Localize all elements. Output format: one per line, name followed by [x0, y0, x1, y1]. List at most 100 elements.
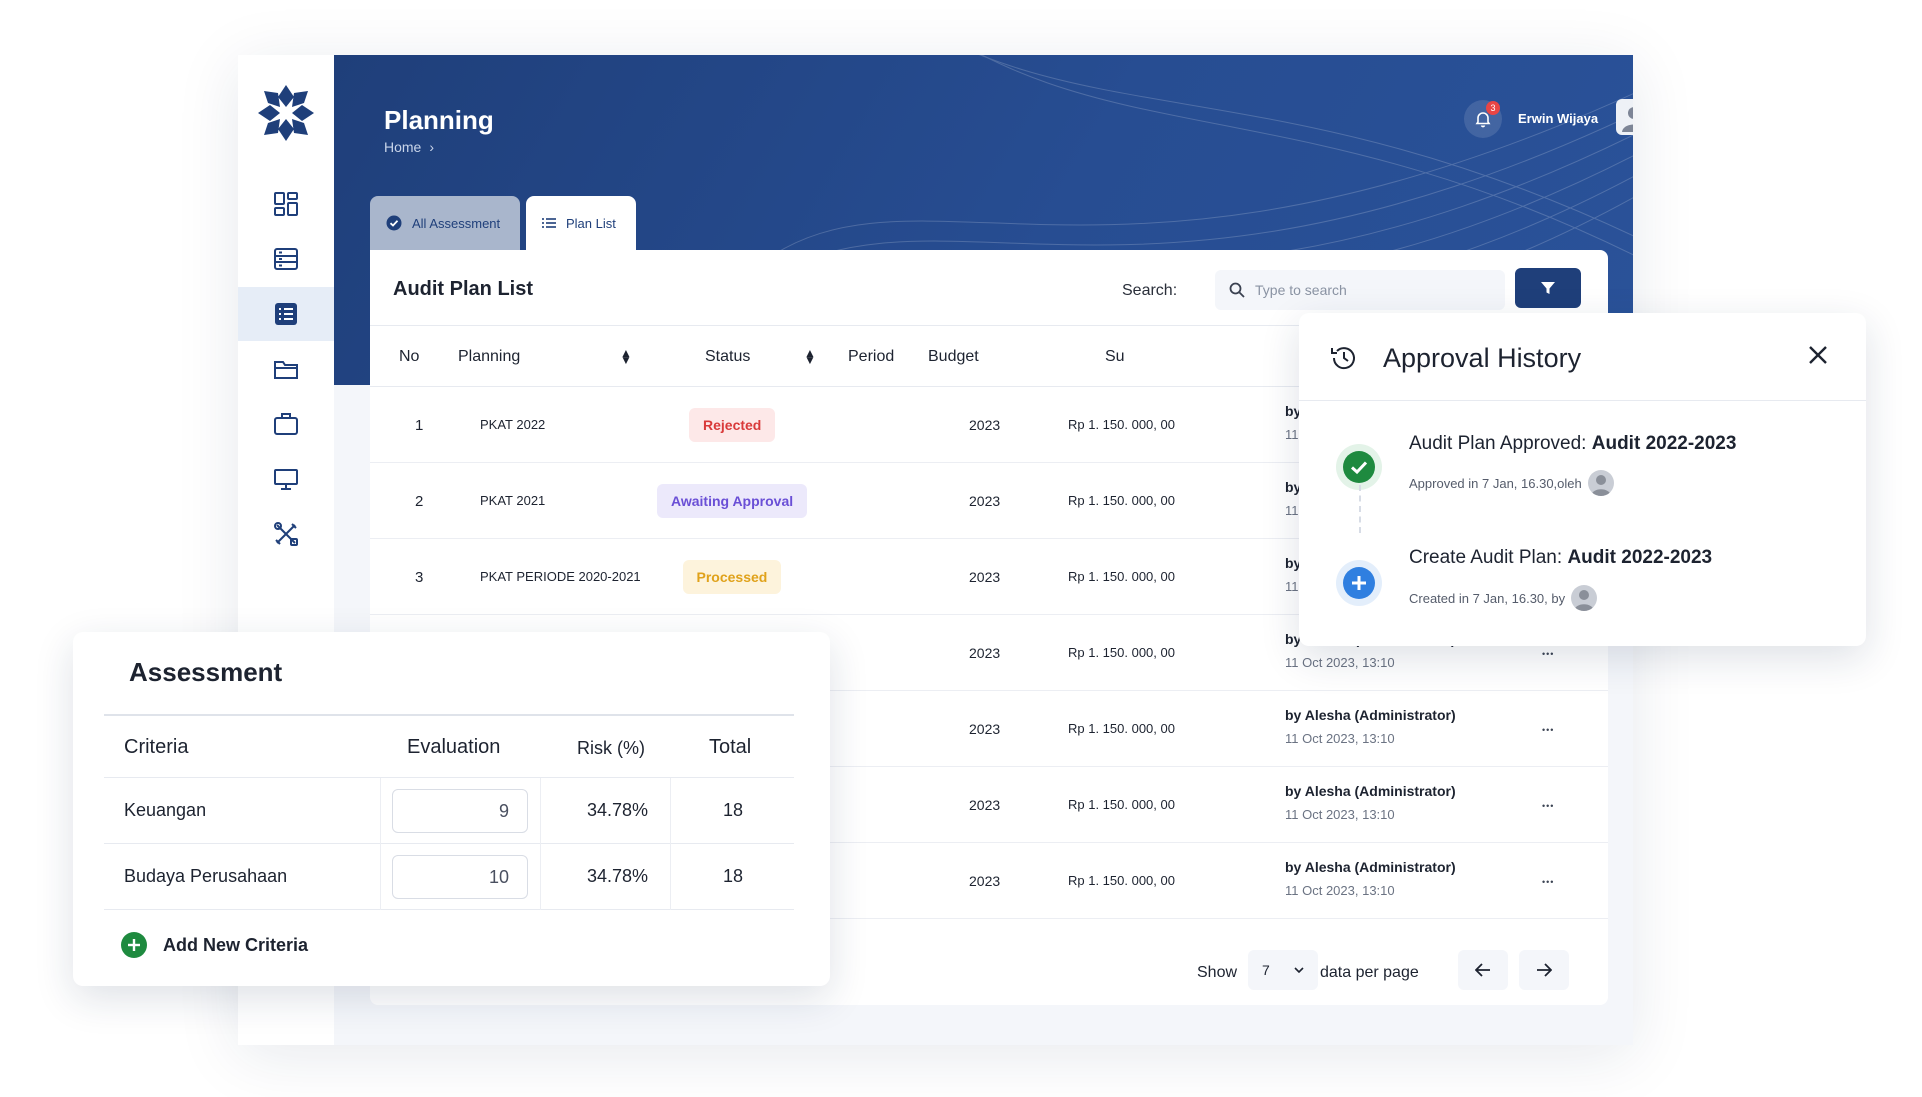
close-icon[interactable] [1807, 344, 1829, 366]
step-title-bold: Audit 2022-2023 [1567, 547, 1713, 568]
more-options-icon[interactable]: ••• [1542, 725, 1554, 735]
budget-value: Rp 1. 150. 000, 00 [1068, 721, 1175, 736]
user-icon [1622, 107, 1633, 132]
planning-name: PKAT 2021 [480, 493, 546, 508]
submitted-by: by Alesha (Administrator) [1285, 783, 1456, 799]
next-page-button[interactable] [1519, 950, 1569, 990]
filter-icon [1541, 282, 1555, 294]
approver-avatar [1587, 470, 1614, 496]
arrow-right-icon [1537, 963, 1552, 977]
column-header-period: Period [848, 348, 895, 365]
row-number: 2 [415, 493, 424, 510]
planning-name: PKAT 2022 [480, 417, 546, 432]
step-title-prefix: Create Audit Plan: [1409, 547, 1568, 568]
timeline-connector [1359, 485, 1361, 533]
filter-button[interactable] [1515, 268, 1581, 308]
list-icon [275, 303, 297, 325]
approved-step-icon [1336, 444, 1382, 490]
card-title: Audit Plan List [393, 278, 533, 300]
person-icon [1574, 590, 1595, 611]
total-value: 18 [723, 800, 744, 820]
dashboard-icon [274, 192, 298, 216]
evaluation-input[interactable]: 9 [392, 789, 528, 833]
user-avatar[interactable] [1616, 99, 1633, 135]
notification-button[interactable]: 3 [1464, 100, 1502, 138]
per-page-value: 7 [1262, 962, 1270, 978]
tab-plan-list[interactable]: Plan List [526, 196, 636, 250]
notification-badge: 3 [1486, 101, 1500, 115]
created-step-title: Create Audit Plan: Audit 2022-2023 [1409, 547, 1712, 569]
per-page-select[interactable]: 7 [1248, 950, 1318, 990]
sidebar-item-tools[interactable] [238, 507, 334, 561]
chevron-down-icon [1294, 967, 1304, 973]
tab-label: All Assessment [412, 215, 501, 231]
submitted-by: by Alesha (Administrator) [1285, 859, 1456, 875]
created-step-meta: Created in 7 Jan, 16.30, by [1409, 585, 1598, 611]
plus-circle-icon [121, 932, 147, 958]
more-options-icon[interactable]: ••• [1542, 877, 1554, 887]
approved-step-meta: Approved in 7 Jan, 16.30,oleh [1409, 470, 1614, 496]
sort-icon[interactable]: ▲ ▼ [804, 347, 816, 366]
period-value: 2023 [969, 569, 1001, 585]
sidebar-item-folder[interactable] [238, 342, 334, 396]
assessment-table-header: Criteria Evaluation Risk (%) Total [104, 714, 794, 778]
assessment-row: Budaya Perusahaan 10 34.78% 18 [104, 844, 794, 910]
add-criteria-label: Add New Criteria [163, 934, 309, 955]
previous-page-button[interactable] [1458, 950, 1508, 990]
budget-value: Rp 1. 150. 000, 00 [1068, 417, 1175, 432]
sidebar-item-plan-list[interactable] [238, 287, 334, 341]
budget-value: Rp 1. 150. 000, 00 [1068, 645, 1175, 660]
tab-label: Plan List [566, 215, 616, 231]
show-label: Show [1197, 964, 1238, 981]
sidebar-item-monitor[interactable] [238, 452, 334, 506]
period-value: 2023 [969, 493, 1001, 509]
submitted-date: 11 Oct 2023, 13:10 [1285, 807, 1395, 822]
search-input[interactable]: Type to search [1215, 270, 1505, 310]
period-value: 2023 [969, 417, 1001, 433]
period-value: 2023 [969, 873, 1001, 889]
monitor-icon [274, 469, 298, 490]
created-step-icon [1336, 560, 1382, 606]
more-options-icon[interactable]: ••• [1542, 649, 1554, 659]
more-options-icon[interactable]: ••• [1542, 801, 1554, 811]
breadcrumb-home[interactable]: Home [384, 139, 421, 155]
user-name[interactable]: Erwin Wijaya [1518, 111, 1598, 126]
server-icon [274, 248, 298, 270]
column-header-total: Total [709, 736, 752, 758]
criteria-name: Keuangan [124, 800, 207, 820]
step-meta-text: Created in 7 Jan, 16.30, by [1409, 590, 1566, 606]
period-value: 2023 [969, 721, 1001, 737]
per-page-label: data per page [1320, 964, 1419, 981]
cell-divider [670, 844, 671, 910]
assessment-row: Keuangan 9 34.78% 18 [104, 778, 794, 844]
approval-history-header: Approval History [1299, 313, 1866, 401]
sidebar-item-dashboard[interactable] [238, 177, 334, 231]
column-header-status[interactable]: Status [705, 348, 750, 366]
budget-value: Rp 1. 150. 000, 00 [1068, 873, 1175, 888]
add-new-criteria-button[interactable]: Add New Criteria [121, 932, 308, 958]
evaluation-input[interactable]: 10 [392, 855, 528, 899]
budget-value: Rp 1. 150. 000, 00 [1068, 569, 1175, 584]
search-label: Search: [1122, 282, 1178, 299]
sidebar-item-server[interactable] [238, 232, 334, 286]
list-bullets-icon [542, 218, 556, 228]
approval-history-title: Approval History [1383, 343, 1582, 373]
planning-name: PKAT PERIODE 2020-2021 [480, 569, 641, 584]
history-icon [1331, 347, 1355, 370]
submitted-by: by Alesha (Administrator) [1285, 707, 1456, 723]
check-circle-icon [1343, 451, 1375, 483]
sidebar-item-briefcase[interactable] [238, 397, 334, 451]
column-header-submitted: Su [1105, 348, 1125, 365]
column-header-planning[interactable]: Planning [458, 348, 520, 366]
step-title-prefix: Audit Plan Approved: [1409, 433, 1592, 454]
breadcrumb[interactable]: Home › [384, 139, 434, 155]
budget-value: Rp 1. 150. 000, 00 [1068, 797, 1175, 812]
criteria-name: Budaya Perusahaan [124, 866, 288, 886]
folder-icon [274, 361, 298, 379]
risk-value: 34.78% [587, 800, 649, 820]
check-circle-icon [386, 215, 402, 231]
tab-all-assessment[interactable]: All Assessment [370, 196, 520, 250]
period-value: 2023 [969, 797, 1001, 813]
sort-icon[interactable]: ▲ ▼ [620, 347, 632, 366]
status-badge: Processed [682, 560, 782, 594]
